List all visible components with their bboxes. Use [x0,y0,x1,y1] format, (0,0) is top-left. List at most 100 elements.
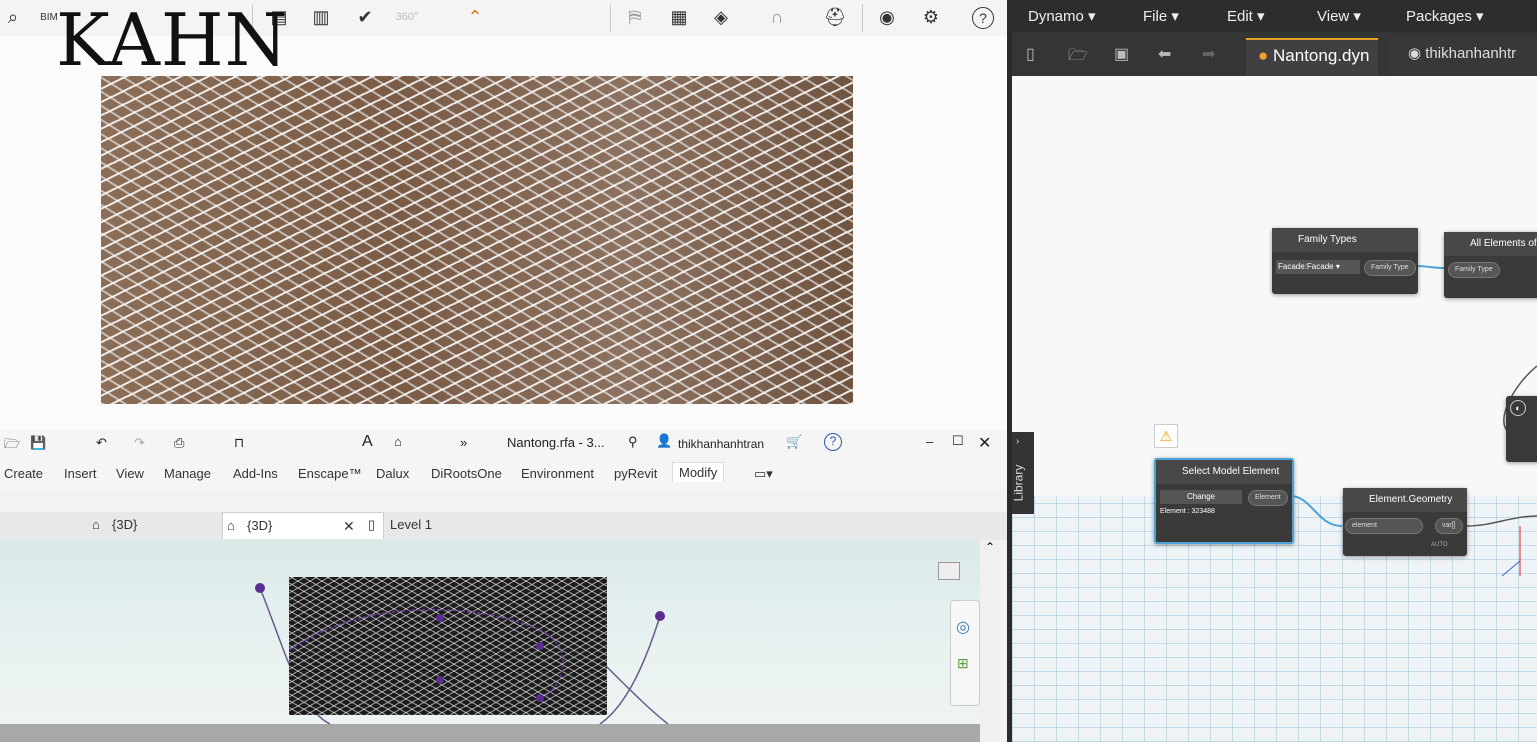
redo-icon[interactable]: ↷ [134,435,145,451]
home-icon: ⌂ [92,517,100,532]
cube-icon[interactable]: ◈ [708,4,734,30]
minimize-icon[interactable]: – [926,434,933,449]
cart-icon[interactable]: 🛒 [786,434,802,450]
node-select-model-element[interactable]: Select Model Element Change Element Elem… [1154,458,1294,544]
revit-titlebar: 🗁 💾 ↶ ↷ ⎙ ⊓ A ⌂ » Nantong.rfa - 3... ⚲ 👤… [0,430,1007,460]
save-icon[interactable]: 💾 [30,435,46,451]
tab-enscape[interactable]: Enscape™ [298,466,362,481]
input-port[interactable]: Family Type [1448,262,1500,278]
node-all-elements-of-family-type[interactable]: All Elements of Family Type [1444,232,1537,298]
family-type-dropdown[interactable]: Facade:Facade ▾ [1276,260,1360,274]
control-point[interactable] [536,694,544,702]
node-family-types[interactable]: Family Types Facade:Facade ▾ Family Type [1272,228,1418,294]
measure-icon[interactable]: ⊓ [234,435,244,451]
dual-arch-icon[interactable]: ∩ [764,4,790,30]
tab-manage[interactable]: Manage [164,466,211,481]
user-name[interactable]: thikhanhanhtran [678,437,764,451]
chart-arrow-icon[interactable]: ▥ [308,4,334,30]
scan-icon[interactable]: ⌕ [0,4,26,30]
control-point[interactable] [436,614,444,622]
output-port[interactable]: Family Type [1364,260,1416,276]
home-icon[interactable]: ⌂ [394,434,402,449]
node-element-geometry[interactable]: Element.Geometry element var[] AUTO [1343,488,1467,556]
steering-wheel-icon[interactable]: ◎ [956,617,970,637]
tab-dalux[interactable]: Dalux [376,466,409,481]
menu-file[interactable]: File ▾ [1143,7,1179,25]
node-title: Select Model Element [1156,460,1292,484]
close-icon[interactable]: ✕ [978,433,991,453]
help-icon[interactable]: ? [972,7,994,29]
element-info: Element : 323488 [1160,508,1215,515]
library-tab[interactable]: › Library [1012,432,1034,514]
view-tab-3d-2[interactable]: ⌂ {3D} ✕ [222,512,384,539]
ribbon-toggle-icon[interactable]: ▭▾ [754,466,773,482]
undo-icon[interactable]: ↶ [96,435,107,451]
undo-icon[interactable]: ⬅ [1158,44,1171,64]
zoom-icon[interactable]: ⊞ [957,655,969,672]
output-port[interactable]: var[] [1435,518,1463,534]
document-title: Nantong.rfa - 3... [507,435,605,450]
revit-window: 🗁 💾 ↶ ↷ ⎙ ⊓ A ⌂ » Nantong.rfa - 3... ⚲ 👤… [0,430,1007,742]
redo-icon[interactable]: ➡ [1202,44,1215,64]
tab-user[interactable]: ◉ thikhanhanhtr [1388,38,1537,74]
revit-preview-area: ⌕ BIM ▤ ▥ ✔ 360° ⌃ ⛿ ▦ ◈ ∩ ⛑ ◉ ⚙ ? KAHN [0,0,1007,430]
360-icon[interactable]: 360° [394,4,420,30]
control-point[interactable] [436,676,444,684]
tab-environment[interactable]: Environment [521,466,594,481]
vertical-scrollbar[interactable]: ⌃ [980,540,1000,742]
home-icon: ⌂ [227,518,235,533]
tab-diroots[interactable]: DiRootsOne [431,466,502,481]
control-point[interactable] [536,642,544,650]
view-tab-3d-1[interactable]: ⌂ {3D} [88,512,232,538]
navigation-bar: ◎ ⊞ [950,600,980,706]
eye-icon[interactable]: ◉ [874,4,900,30]
tab-add-ins[interactable]: Add-Ins [233,466,278,481]
open-icon[interactable]: 🗁 [4,435,20,457]
gear-icon[interactable]: ⚙ [918,4,944,30]
menu-edit[interactable]: Edit ▾ [1227,7,1265,25]
menu-dynamo[interactable]: Dynamo ▾ [1028,7,1096,25]
map-icon[interactable]: ⛿ [622,4,648,30]
view-tabs-bar: ⌂ {3D} ⌂ {3D} ✕ ▯ Level 1 [0,512,1007,540]
open-folder-icon[interactable]: 🗁 [1068,44,1088,71]
print-icon[interactable]: ⎙ [174,435,184,451]
chevron-right-icon: › [1016,436,1020,447]
close-icon[interactable]: ✕ [343,513,355,539]
node-title: Family Types [1272,228,1418,252]
save-icon[interactable]: ▣ [1114,44,1129,64]
control-point[interactable] [655,611,665,621]
tab-modify[interactable]: Modify [672,462,725,482]
helmet-icon[interactable]: ⛑ [822,4,848,30]
table-icon[interactable]: ▦ [666,4,692,30]
text-icon[interactable]: A [362,433,373,451]
user-icon[interactable]: 👤 [656,433,672,449]
menu-packages[interactable]: Packages ▾ [1406,7,1484,25]
input-port[interactable]: element [1345,518,1423,534]
tab-pyrevit[interactable]: pyRevit [614,466,657,481]
tab-view[interactable]: View [116,466,144,481]
fast-forward-icon[interactable]: » [460,435,467,450]
output-port[interactable]: Element [1248,490,1288,506]
tab-insert[interactable]: Insert [64,466,97,481]
node-title: Element.Geometry [1343,488,1467,512]
binoculars-icon[interactable]: ⚲ [628,434,638,450]
maximize-icon[interactable]: ☐ [952,433,964,449]
new-file-icon[interactable]: ▯ [1026,44,1035,64]
node-partial[interactable]: ◐ [1506,396,1537,462]
facade-mesh-render [101,76,853,404]
tab-nantong-dyn[interactable]: ● Nantong.dyn [1246,38,1378,76]
lacing-label: AUTO [1431,542,1448,548]
control-point[interactable] [255,583,265,593]
chevron-up-icon[interactable]: ⌃ [462,4,488,30]
warning-icon[interactable]: ⚠ [1154,424,1178,448]
view-tab-level-1[interactable]: ▯ Level 1 [366,512,510,538]
change-button[interactable]: Change [1160,490,1242,504]
revit-ribbon-tabs: Create Insert View Manage Add-Ins Enscap… [0,460,1007,490]
help-icon[interactable]: ? [824,433,842,451]
dynamo-canvas[interactable]: Family Types Facade:Facade ▾ Family Type… [1012,76,1537,742]
menu-view[interactable]: View ▾ [1317,7,1361,25]
view-cube-icon[interactable] [938,562,960,580]
tab-create[interactable]: Create [4,466,43,481]
chevron-up-icon[interactable]: ⌃ [985,540,995,554]
circle-check-icon[interactable]: ✔ [352,4,378,30]
